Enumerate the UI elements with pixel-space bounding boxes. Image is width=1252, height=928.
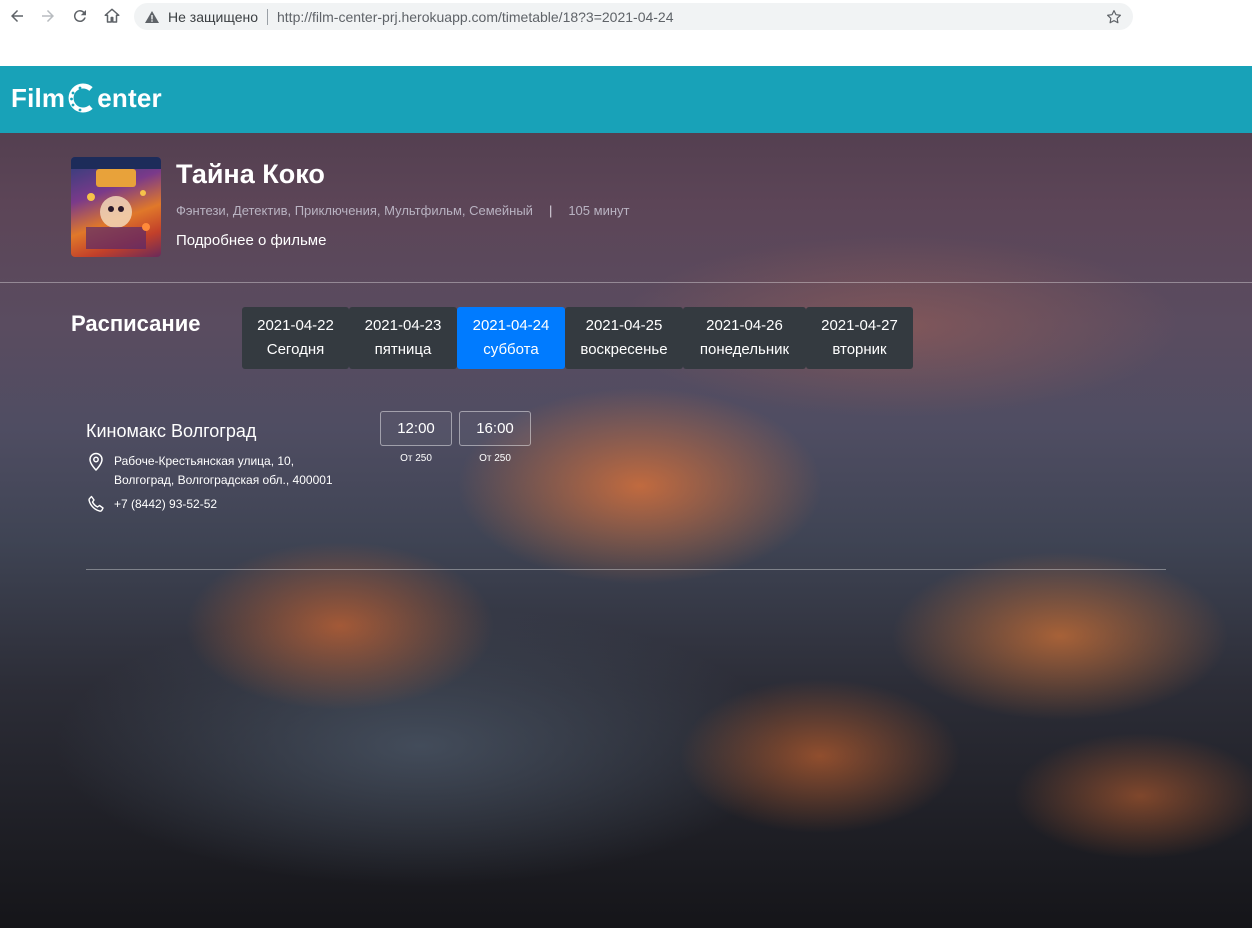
date-tab-2021-04-24[interactable]: 2021-04-24 суббота xyxy=(457,307,565,369)
phone-number[interactable]: +7 (8442) 93-52-52 xyxy=(114,497,217,511)
session-time-button[interactable]: 12:00 xyxy=(380,411,452,446)
cinema-address: Рабоче-Крестьянская улица, 10, Волгоград… xyxy=(86,452,333,490)
movie-meta: Фэнтези, Детектив, Приключения, Мультфил… xyxy=(176,203,629,218)
address-line-2: Волгоград, Волгоградская обл., 400001 xyxy=(114,473,333,487)
cinema-name: Киномакс Волгоград xyxy=(86,421,257,441)
forward-arrow-icon xyxy=(42,10,54,22)
insecure-label: Не защищено xyxy=(168,8,258,25)
address-line-1: Рабоче-Крестьянская улица, 10, xyxy=(114,454,295,468)
movie-title: Тайна Коко xyxy=(176,159,325,189)
date-tab-day: вторник xyxy=(832,341,887,358)
browser-chrome: Не защищено http://film-center-prj.herok… xyxy=(0,0,1252,66)
date-tab-2021-04-23[interactable]: 2021-04-23 пятница xyxy=(349,307,457,369)
date-tab-date: 2021-04-22 xyxy=(257,317,334,334)
site-header: Film enter xyxy=(0,66,1252,133)
date-tab-day: понедельник xyxy=(699,341,790,358)
address-bar[interactable]: Не защищено http://film-center-prj.herok… xyxy=(134,3,1133,30)
date-tab-date: 2021-04-23 xyxy=(364,317,442,334)
film-reel-icon xyxy=(68,83,93,113)
date-tab-day: пятница xyxy=(374,341,432,358)
date-tab-date: 2021-04-25 xyxy=(585,317,663,334)
home-icon xyxy=(104,8,120,23)
session-price: От 250 xyxy=(400,453,432,464)
back-arrow-icon xyxy=(11,10,23,22)
date-tab-day: Сегодня xyxy=(266,341,325,358)
warning-icon xyxy=(144,9,160,25)
date-tab-2021-04-26[interactable]: 2021-04-26 понедельник xyxy=(683,307,806,369)
back-button[interactable] xyxy=(5,4,29,28)
movie-poster xyxy=(71,157,161,257)
url-text[interactable]: http://film-center-prj.herokuapp.com/tim… xyxy=(277,9,674,25)
movie-info: Тайна Коко Фэнтези, Детектив, Приключени… xyxy=(0,133,1252,282)
meta-separator: | xyxy=(548,203,553,218)
phone-icon xyxy=(88,495,104,512)
section-divider xyxy=(0,282,1252,283)
schedule-heading: Расписание xyxy=(71,311,201,336)
logo-text-film: Film xyxy=(11,82,66,113)
movie-duration: 105 минут xyxy=(568,203,630,218)
reload-button[interactable] xyxy=(68,4,92,28)
date-tab-2021-04-22[interactable]: 2021-04-22 Сегодня xyxy=(242,307,349,369)
logo-text-center: enter xyxy=(97,82,162,113)
date-tabs: 2021-04-22 Сегодня 2021-04-23 пятница 20… xyxy=(242,307,913,369)
cinema-divider xyxy=(86,569,1166,570)
date-tab-date: 2021-04-26 xyxy=(706,317,783,334)
date-tab-day: суббота xyxy=(483,341,539,358)
forward-button[interactable] xyxy=(36,4,60,28)
session-slot: 12:00 От 250 xyxy=(380,411,452,464)
date-tab-date: 2021-04-24 xyxy=(472,317,550,334)
cinema-phone: +7 (8442) 93-52-52 xyxy=(86,494,217,514)
omnibox-separator xyxy=(267,8,268,25)
site-page: Film enter Тайна Коко Фэнтези, Детектив,… xyxy=(0,66,1252,928)
date-tab-2021-04-25[interactable]: 2021-04-25 воскресенье xyxy=(565,307,683,369)
date-tab-2021-04-27[interactable]: 2021-04-27 вторник xyxy=(806,307,913,369)
session-price: От 250 xyxy=(479,453,511,464)
date-tab-date: 2021-04-27 xyxy=(821,317,898,334)
session-slot: 16:00 От 250 xyxy=(459,411,531,464)
session-time-button[interactable]: 16:00 xyxy=(459,411,531,446)
reload-icon xyxy=(73,10,86,23)
bookmark-star-icon[interactable] xyxy=(1105,8,1123,26)
location-pin-icon xyxy=(89,452,103,472)
movie-genres: Фэнтези, Детектив, Приключения, Мультфил… xyxy=(176,203,533,218)
home-button[interactable] xyxy=(100,4,124,28)
date-tab-day: воскресенье xyxy=(580,341,668,358)
site-logo[interactable]: Film enter xyxy=(11,80,162,116)
movie-details-link[interactable]: Подробнее о фильме xyxy=(176,232,326,249)
